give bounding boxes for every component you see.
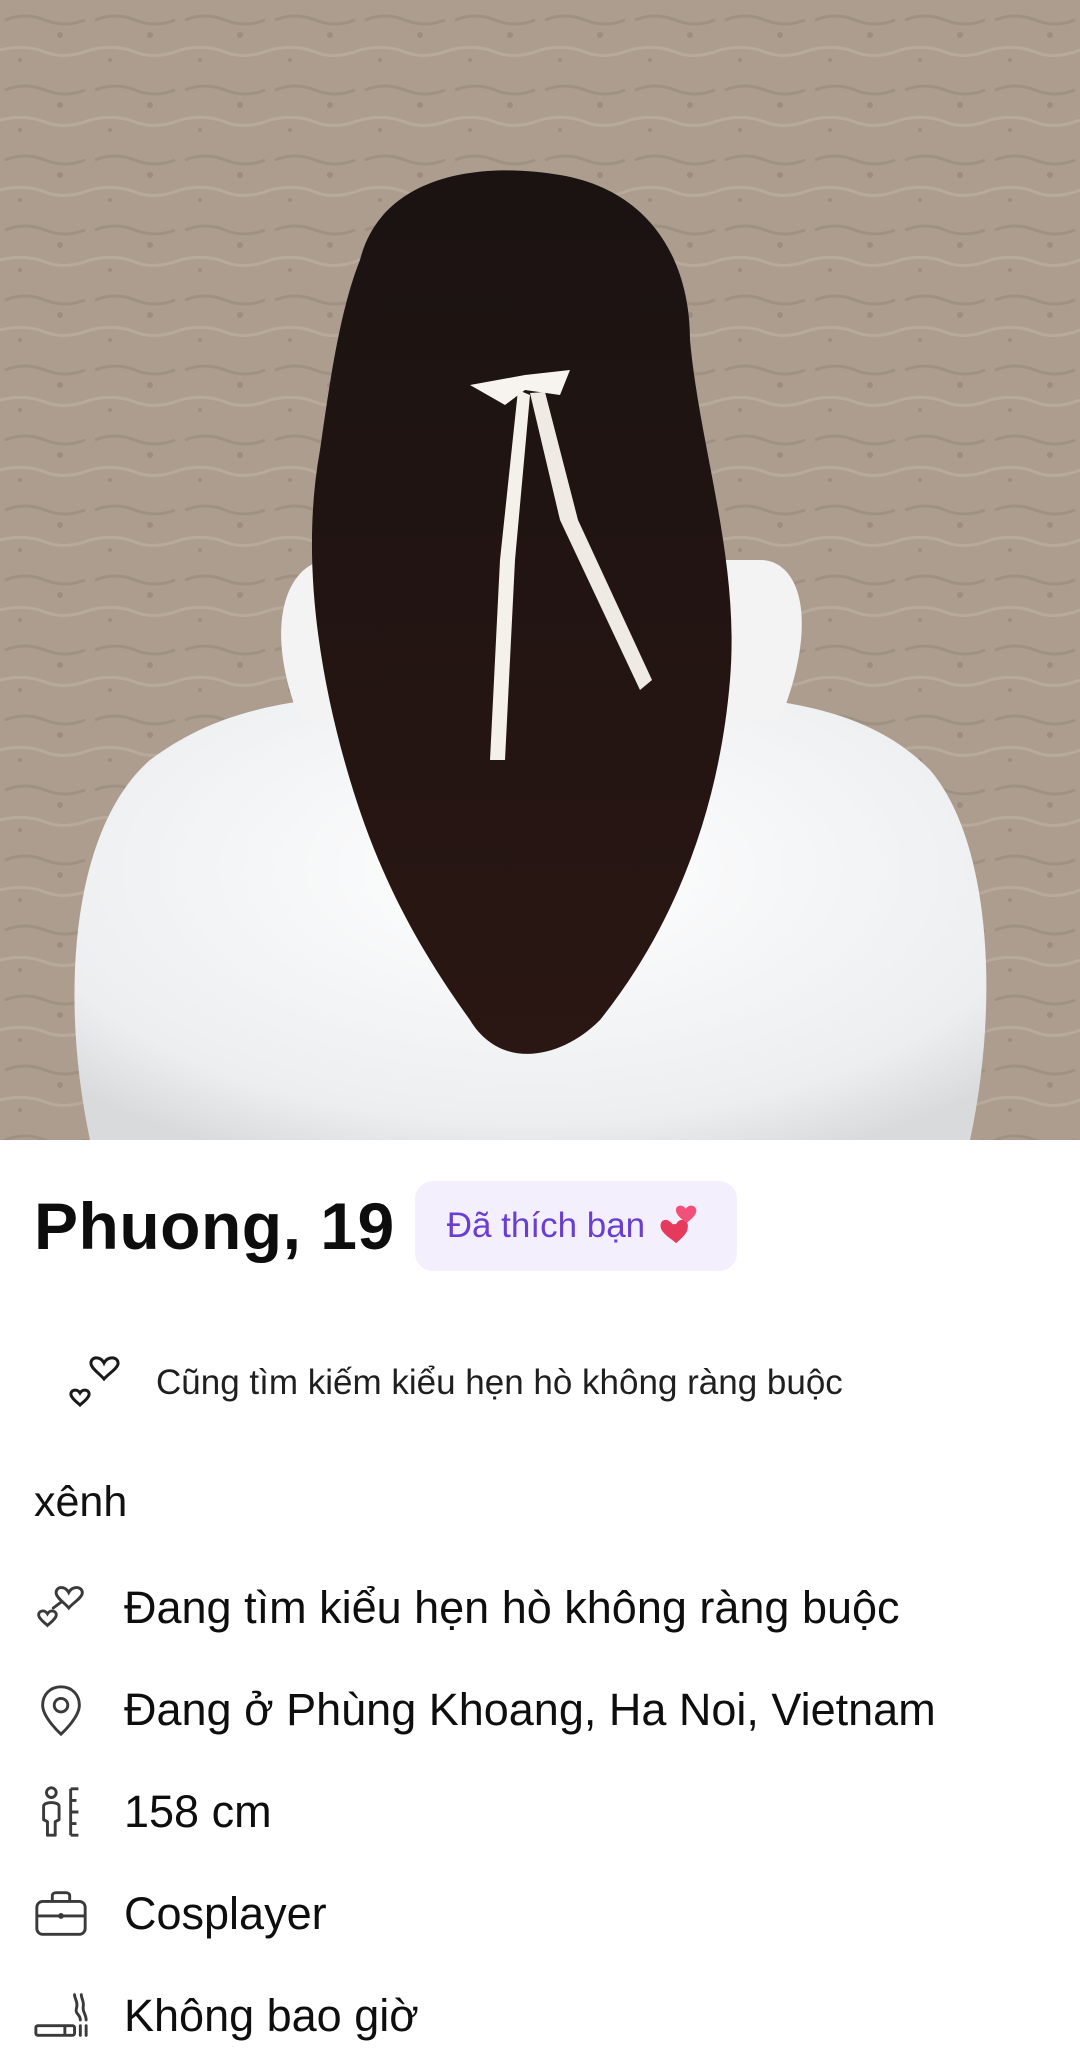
shared-looking-for: Cũng tìm kiếm kiểu hẹn hò không ràng buộ…	[66, 1350, 843, 1416]
location-pin-icon	[41, 1685, 81, 1737]
profile-photo-image	[0, 0, 1080, 1140]
info-smoking: Không bao giờ	[32, 1965, 1052, 2067]
briefcase-icon	[35, 1891, 87, 1936]
info-location-text: Đang ở Phùng Khoang, Ha Noi, Vietnam	[124, 1684, 936, 1735]
info-relationship-goal-text: Đang tìm kiểu hẹn hò không ràng buộc	[124, 1582, 900, 1633]
two-hearts-icon	[660, 1205, 697, 1244]
info-occupation: Cosplayer	[32, 1863, 1052, 1965]
shared-looking-for-text: Cũng tìm kiếm kiểu hẹn hò không ràng buộ…	[156, 1363, 843, 1402]
info-occupation-text: Cosplayer	[124, 1888, 327, 1939]
profile-info-list: Đang tìm kiểu hẹn hò không ràng buộc Đan…	[32, 1557, 1052, 2067]
hearts-outline-icon	[37, 1586, 84, 1628]
hearts-outline-icon	[69, 1356, 120, 1408]
smoking-icon	[34, 1993, 88, 2037]
liked-you-label: Đã thích bạn	[446, 1206, 646, 1245]
info-height-text: 158 cm	[124, 1786, 272, 1837]
info-smoking-text: Không bao giờ	[124, 1990, 419, 2041]
profile-photo[interactable]	[0, 0, 1080, 1140]
name-row: Phuong, 19 Đã thích bạn	[34, 1180, 738, 1272]
profile-name-age: Phuong, 19	[34, 1189, 395, 1263]
info-relationship-goal: Đang tìm kiểu hẹn hò không ràng buộc	[32, 1557, 1052, 1659]
info-location: Đang ở Phùng Khoang, Ha Noi, Vietnam	[32, 1659, 1052, 1761]
info-height: 158 cm	[32, 1761, 1052, 1863]
profile-bio: xênh	[34, 1478, 128, 1526]
liked-you-badge: Đã thích bạn	[414, 1181, 738, 1271]
height-ruler-icon	[42, 1786, 79, 1837]
